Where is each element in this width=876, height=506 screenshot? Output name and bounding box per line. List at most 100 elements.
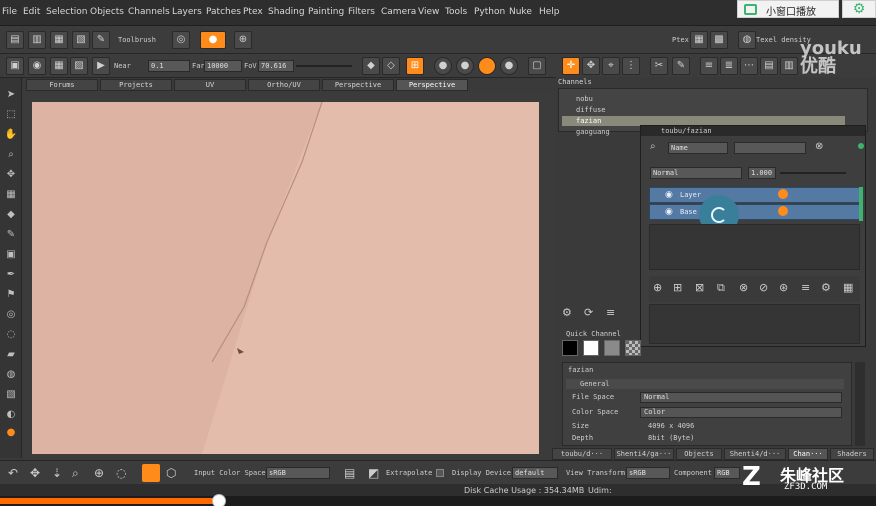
- dodge-icon[interactable]: ◐: [4, 408, 18, 422]
- smear-icon[interactable]: ◌: [4, 328, 18, 342]
- menu-selection[interactable]: Selection: [46, 7, 87, 17]
- open-file-icon[interactable]: ▥: [28, 31, 46, 49]
- layer-row-base[interactable]: Base: [649, 204, 860, 220]
- sphere-orange-icon[interactable]: [478, 57, 496, 75]
- uv-icon[interactable]: ▨: [70, 57, 88, 75]
- filter-input[interactable]: [734, 142, 806, 154]
- layer-flatten-icon[interactable]: ▤: [760, 57, 778, 75]
- menu-nuke[interactable]: Nuke: [509, 7, 532, 17]
- menu-objects[interactable]: Objects: [90, 7, 124, 17]
- opacity-slider[interactable]: [780, 172, 846, 174]
- file-space-select[interactable]: Normal: [640, 392, 842, 403]
- layer-visibility-icon[interactable]: ◉: [665, 190, 673, 200]
- light-icon[interactable]: ◇: [382, 57, 400, 75]
- merge-icon[interactable]: ≡: [801, 281, 810, 294]
- base-mask-icon[interactable]: [778, 206, 788, 216]
- cube-icon[interactable]: ▣: [6, 57, 24, 75]
- layer-list-icon[interactable]: ≡: [700, 57, 718, 75]
- properties-group-header[interactable]: General: [566, 379, 844, 389]
- lasso-icon[interactable]: ◌: [116, 466, 126, 480]
- pip-play-button[interactable]: 小窗口播放: [737, 0, 839, 18]
- filter-select[interactable]: Name: [668, 142, 728, 154]
- input-colorspace-select[interactable]: sRGB: [266, 467, 330, 479]
- menu-camera[interactable]: Camera: [381, 7, 416, 17]
- blur-icon[interactable]: ◍: [4, 368, 18, 382]
- layer-merge-icon[interactable]: ⋯: [740, 57, 758, 75]
- document-icon[interactable]: ▤: [344, 466, 355, 480]
- menu-shading[interactable]: Shading: [268, 7, 305, 17]
- globe-icon[interactable]: ◍: [738, 31, 756, 49]
- near-input[interactable]: 0.1: [148, 60, 190, 72]
- snap-icon[interactable]: ⌖: [602, 57, 620, 75]
- tab-projects[interactable]: Projects: [100, 79, 172, 91]
- camera-icon[interactable]: ◎: [172, 31, 190, 49]
- brush-icon[interactable]: ✎: [4, 228, 18, 242]
- settings-icon[interactable]: ⚙: [821, 281, 831, 294]
- layer-mask-icon[interactable]: [778, 189, 788, 199]
- transform-icon[interactable]: ✥: [582, 57, 600, 75]
- menu-painting[interactable]: Painting: [308, 7, 344, 17]
- clear-icon[interactable]: ⊗: [815, 141, 823, 152]
- layer-row-layer[interactable]: Layer: [649, 187, 860, 203]
- sphere-gray-icon[interactable]: ●: [456, 57, 474, 75]
- down-arrow-icon[interactable]: ⇣: [52, 466, 62, 480]
- fill-layer-icon[interactable]: ⊛: [779, 281, 788, 294]
- menu-layers[interactable]: Layers: [172, 7, 202, 17]
- grid-options-icon[interactable]: ▦: [843, 281, 853, 294]
- tab-toubu[interactable]: toubu/d···: [552, 448, 612, 460]
- quick-channel-gray[interactable]: [604, 340, 620, 356]
- paint-mode-icon[interactable]: [142, 464, 160, 482]
- hand-icon[interactable]: ✋: [4, 128, 18, 142]
- quick-channel-checker[interactable]: [625, 340, 641, 356]
- menu-tools[interactable]: Tools: [445, 7, 467, 17]
- menu-view[interactable]: View: [418, 7, 439, 17]
- gradient-icon[interactable]: ▧: [4, 388, 18, 402]
- base-visibility-icon[interactable]: ◉: [665, 207, 673, 217]
- export-icon[interactable]: ▧: [72, 31, 90, 49]
- grid-tool-icon[interactable]: ▦: [4, 188, 18, 202]
- view-transform-select[interactable]: sRGB: [626, 467, 670, 479]
- crosshair-icon[interactable]: ⊕: [234, 31, 252, 49]
- brush-active-icon[interactable]: ●: [200, 31, 226, 49]
- blend-mode-select[interactable]: Normal: [650, 167, 742, 179]
- frame-icon[interactable]: ▢: [528, 57, 546, 75]
- mask-icon[interactable]: ✂: [650, 57, 668, 75]
- menu-channels[interactable]: Channels: [128, 7, 170, 17]
- tab-ortho-uv[interactable]: Ortho/UV: [248, 79, 320, 91]
- move-tool-icon[interactable]: ✛: [562, 57, 580, 75]
- sphere-dark-icon[interactable]: ●: [500, 57, 518, 75]
- channel-tools-icon[interactable]: ⚙: [562, 306, 572, 319]
- ptex-uv-icon[interactable]: ▩: [710, 31, 728, 49]
- add-adjust-icon[interactable]: ⊠: [695, 281, 704, 294]
- layer-add-icon[interactable]: ≣: [720, 57, 738, 75]
- channel-list-icon[interactable]: ≡: [606, 306, 615, 319]
- lighting-mode-icon[interactable]: ⊞: [406, 57, 424, 75]
- drop-icon[interactable]: ◆: [4, 208, 18, 222]
- move-icon[interactable]: ✥: [4, 168, 18, 182]
- display-device-select[interactable]: default: [512, 467, 558, 479]
- paint-canvas[interactable]: [32, 102, 539, 454]
- eye-icon[interactable]: ◉: [28, 57, 46, 75]
- quick-channel-white[interactable]: [583, 340, 599, 356]
- playback-knob[interactable]: [212, 494, 226, 506]
- opacity-input[interactable]: 1.000: [748, 167, 776, 179]
- menu-edit[interactable]: Edit: [23, 7, 40, 17]
- tab-objects[interactable]: Objects: [676, 448, 722, 460]
- sphere-white-icon[interactable]: ●: [434, 57, 452, 75]
- duplicate-icon[interactable]: ⧉: [717, 281, 725, 295]
- tab-uv[interactable]: UV: [174, 79, 246, 91]
- layers-window-titlebar[interactable]: toubu/fazian: [641, 126, 865, 136]
- color-space-select[interactable]: Color: [640, 407, 842, 418]
- effects-icon[interactable]: ⊘: [759, 281, 768, 294]
- paint-sphere-icon[interactable]: ●: [4, 426, 18, 440]
- shield-icon[interactable]: ◆: [362, 57, 380, 75]
- tab-forums[interactable]: Forums: [26, 79, 98, 91]
- fov-slider[interactable]: [296, 65, 352, 67]
- select-arrow-icon[interactable]: ➤: [4, 88, 18, 102]
- grid-icon[interactable]: ▦: [50, 57, 68, 75]
- fov-input[interactable]: 70.616: [258, 60, 294, 72]
- add-layer-icon[interactable]: ⊕: [653, 281, 662, 294]
- new-file-icon[interactable]: ▤: [6, 31, 24, 49]
- fill-icon[interactable]: ▣: [4, 248, 18, 262]
- pan-icon[interactable]: ✥: [30, 466, 40, 480]
